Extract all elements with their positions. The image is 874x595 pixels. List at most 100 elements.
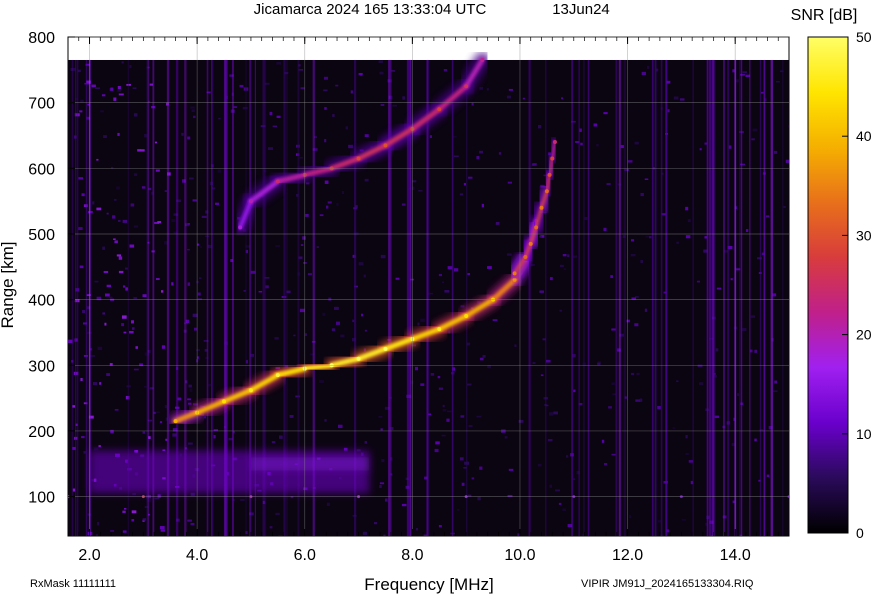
noise-cell — [99, 382, 102, 385]
noise-cell — [776, 80, 780, 83]
noise-cell — [323, 76, 329, 80]
noise-cell — [110, 530, 115, 532]
noise-cell — [154, 141, 157, 144]
noise-cell — [293, 334, 296, 337]
noise-cell — [132, 87, 137, 90]
trace-point — [512, 271, 517, 276]
noise-cell — [715, 348, 719, 352]
noise-cell — [540, 374, 544, 377]
stripe — [759, 59, 761, 536]
y-tick-label: 500 — [28, 227, 55, 244]
noise-cell — [192, 115, 196, 119]
noise-cell — [644, 308, 648, 312]
noise-cell — [645, 235, 650, 238]
noise-cell — [401, 503, 407, 507]
noise-cell — [335, 84, 339, 87]
noise-cell — [131, 320, 134, 324]
stripe — [578, 59, 580, 536]
noise-cell — [453, 268, 459, 272]
noise-cell — [189, 388, 193, 392]
stripe — [623, 59, 626, 536]
noise-cell — [98, 445, 101, 448]
noise-cell — [364, 329, 367, 332]
noise-cell — [117, 132, 120, 136]
noise-cell — [667, 109, 670, 113]
noise-cell — [305, 213, 309, 217]
noise-cell — [750, 315, 756, 318]
noise-cell — [498, 152, 502, 155]
noise-cell — [104, 322, 107, 326]
stripe — [74, 59, 77, 536]
noise-cell — [453, 155, 459, 157]
noise-cell — [559, 309, 563, 312]
noise-cell — [96, 158, 99, 161]
noise-cell — [129, 64, 132, 69]
noise-cell — [434, 448, 439, 453]
noise-cell — [110, 87, 114, 91]
noise-cell — [100, 110, 104, 113]
noise-cell — [573, 478, 576, 481]
noise-cell — [438, 387, 443, 390]
y-tick-label: 600 — [28, 161, 55, 178]
noise-cell — [459, 193, 464, 196]
noise-cell — [563, 268, 567, 271]
noise-cell — [495, 221, 500, 225]
noise-cell — [141, 186, 146, 189]
stripe — [655, 59, 657, 536]
noise-cell — [443, 68, 448, 72]
noise-cell — [106, 212, 109, 215]
noise-cell — [181, 132, 184, 136]
noise-cell — [641, 71, 646, 76]
noise-cell — [441, 434, 446, 437]
noise-cell — [657, 405, 661, 410]
noise-cell — [343, 447, 348, 451]
noise-cell — [402, 96, 405, 100]
noise-cell — [364, 134, 369, 138]
noise-cell — [114, 409, 119, 411]
heatmap-layer — [68, 51, 789, 536]
noise-cell — [644, 178, 649, 181]
trace-point — [248, 388, 253, 393]
noise-cell — [316, 246, 319, 248]
noise-cell — [233, 106, 237, 108]
noise-cell — [507, 181, 513, 184]
noise-cell — [350, 90, 353, 94]
stripe — [618, 59, 621, 536]
stripe — [615, 59, 618, 536]
noise-cell — [696, 280, 700, 283]
noise-cell — [640, 192, 644, 197]
noise-cell — [467, 273, 471, 276]
noise-cell — [699, 148, 702, 151]
noise-cell — [82, 309, 86, 314]
noise-cell — [133, 113, 138, 117]
noise-cell — [629, 515, 632, 519]
stripe — [770, 59, 773, 536]
noise-cell — [188, 402, 192, 405]
noise-cell — [676, 380, 679, 383]
noise-cell — [121, 61, 124, 64]
figure-title: Jicamarca 2024 165 13:33:04 UTC — [254, 1, 487, 18]
noise-cell — [381, 458, 385, 463]
noise-cell — [300, 244, 304, 246]
noise-cell — [117, 89, 121, 92]
noise-cell — [757, 257, 762, 260]
noise-cell — [341, 190, 345, 195]
noise-cell — [215, 202, 219, 205]
noise-cell — [635, 399, 641, 402]
stripe — [660, 59, 663, 536]
noise-cell — [208, 383, 212, 387]
noise-cell — [122, 285, 126, 288]
noise-cell — [118, 270, 124, 274]
trace-point — [437, 327, 442, 332]
noise-cell — [601, 439, 605, 443]
noise-cell — [640, 259, 644, 264]
noise-cell — [131, 327, 135, 330]
noise-cell — [122, 510, 126, 513]
noise-cell — [156, 278, 160, 280]
noise-cell — [373, 522, 377, 525]
noise-cell — [537, 463, 542, 467]
noise-cell — [379, 484, 382, 489]
noise-cell — [190, 106, 195, 109]
noise-cell — [417, 322, 420, 326]
noise-cell — [559, 264, 564, 268]
